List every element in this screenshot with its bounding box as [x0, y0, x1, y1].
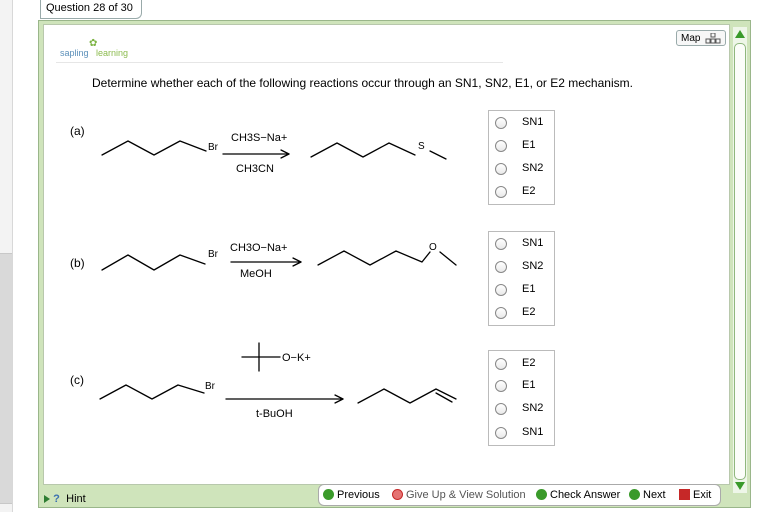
- map-icon: [705, 33, 721, 44]
- next-icon: [629, 489, 640, 500]
- reaction-a-options: SN1 E1 SN2 E2: [488, 110, 555, 205]
- reaction-a-label: (a): [70, 124, 85, 138]
- question-prompt: Determine whether each of the following …: [92, 76, 633, 90]
- navigation-bar: Previous Give Up & View Solution Check A…: [318, 484, 721, 506]
- check-answer-button[interactable]: Check Answer: [536, 488, 620, 502]
- radio-button[interactable]: [495, 117, 507, 129]
- left-side-panel: [0, 253, 12, 504]
- radio-button[interactable]: [495, 186, 507, 198]
- sapling-logo: ✿ sapling learning: [56, 38, 136, 62]
- reaction-c-label: (c): [70, 373, 84, 387]
- radio-button[interactable]: [495, 307, 507, 319]
- radio-button[interactable]: [495, 427, 507, 439]
- expand-arrow-icon: [44, 495, 50, 504]
- logo-text-sapling: sapling: [60, 48, 89, 58]
- radio-button[interactable]: [495, 403, 507, 415]
- scroll-down-arrow[interactable]: [735, 482, 745, 490]
- radio-button[interactable]: [495, 140, 507, 152]
- vertical-scrollbar[interactable]: [733, 27, 747, 493]
- map-label: Map: [681, 33, 701, 44]
- check-icon: [536, 489, 547, 500]
- hint-label: Hint: [66, 493, 86, 505]
- question-counter: Question 28 of 30: [46, 2, 133, 14]
- radio-button[interactable]: [495, 238, 507, 250]
- radio-button[interactable]: [495, 261, 507, 273]
- radio-button[interactable]: [495, 358, 507, 370]
- question-tab: Question 28 of 30: [40, 0, 142, 19]
- scroll-thumb[interactable]: [734, 43, 746, 480]
- left-side-strip: [0, 0, 13, 512]
- question-panel: [43, 24, 730, 485]
- map-button[interactable]: Map: [676, 30, 726, 46]
- previous-icon: [323, 489, 334, 500]
- scroll-up-arrow[interactable]: [735, 30, 745, 38]
- exit-icon: [679, 489, 690, 500]
- reaction-b-label: (b): [70, 256, 85, 270]
- radio-button[interactable]: [495, 380, 507, 392]
- previous-button[interactable]: Previous: [323, 488, 380, 502]
- give-up-button[interactable]: Give Up & View Solution: [392, 488, 526, 502]
- reaction-b-options: SN1 SN2 E1 E2: [488, 231, 555, 326]
- hint-icon: ?: [53, 493, 60, 506]
- next-button[interactable]: Next: [629, 488, 666, 502]
- exit-button[interactable]: Exit: [679, 488, 711, 502]
- logo-text-learning: learning: [96, 48, 129, 58]
- hint-button[interactable]: ? Hint: [44, 493, 86, 505]
- radio-button[interactable]: [495, 163, 507, 175]
- give-up-icon: [392, 489, 403, 500]
- logo-divider: [56, 62, 503, 63]
- reaction-c-options: E2 E1 SN2 SN1: [488, 350, 555, 446]
- radio-button[interactable]: [495, 284, 507, 296]
